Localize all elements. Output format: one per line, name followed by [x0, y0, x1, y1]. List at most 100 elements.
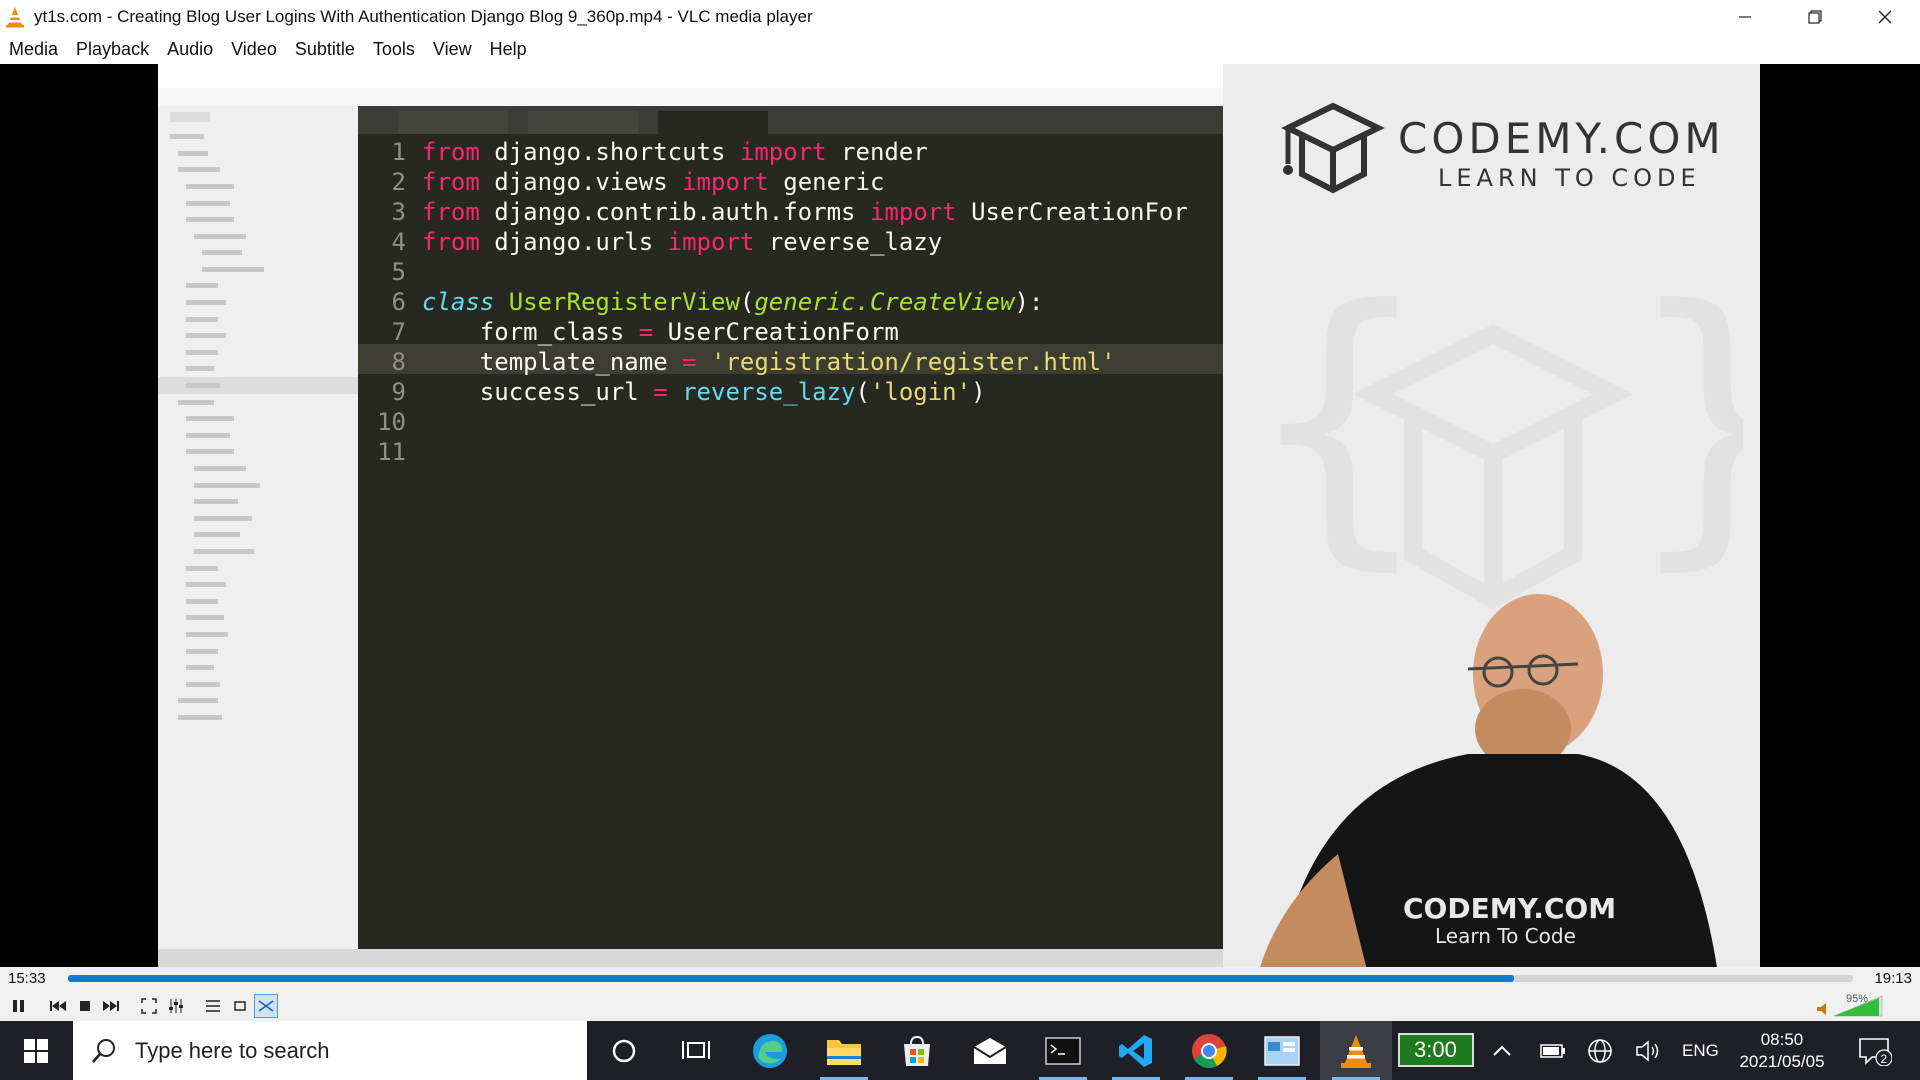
cortana-button[interactable] [588, 1021, 660, 1080]
code-line: from django.contrib.auth.forms import Us… [422, 198, 1188, 226]
tree-row-blur [202, 250, 242, 256]
vscode-icon [1119, 1034, 1152, 1067]
tree-row [170, 510, 358, 527]
playlist-button[interactable] [201, 994, 225, 1018]
menu-tools[interactable]: Tools [364, 34, 424, 64]
shuffle-button[interactable] [254, 994, 278, 1018]
tree-row-blur [178, 714, 222, 720]
show-hidden-icons-button[interactable] [1492, 1021, 1512, 1080]
restore-button[interactable] [1780, 0, 1850, 34]
language-indicator[interactable]: ENG [1682, 1021, 1719, 1080]
windows-logo-icon [24, 1038, 48, 1063]
editor-menu-bar [158, 88, 1223, 106]
volume-tray-button[interactable] [1635, 1021, 1661, 1080]
chrome-taskbar-button[interactable] [1173, 1021, 1245, 1080]
menu-video[interactable]: Video [222, 34, 286, 64]
tree-row [170, 443, 358, 460]
current-time: 15:33 [8, 970, 46, 987]
line-number: 7 [391, 318, 406, 346]
title-bar: yt1s.com - Creating Blog User Logins Wit… [0, 0, 1920, 34]
menu-playback[interactable]: Playback [67, 34, 158, 64]
tree-row [170, 410, 358, 427]
system-clock[interactable]: 08:50 2021/05/05 [1730, 1029, 1834, 1073]
code-line: from django.urls import reverse_lazy [422, 228, 943, 256]
fullscreen-button[interactable] [137, 994, 161, 1018]
tree-row-blur [202, 266, 264, 272]
menu-audio[interactable]: Audio [158, 34, 222, 64]
editor-tab-active [658, 111, 768, 134]
network-tray-button[interactable] [1587, 1021, 1613, 1080]
tree-row [170, 692, 358, 709]
tree-row-blur [186, 366, 214, 372]
menu-subtitle[interactable]: Subtitle [286, 34, 364, 64]
close-button[interactable] [1850, 0, 1920, 34]
task-view-icon [682, 1040, 710, 1059]
edge-taskbar-button[interactable] [734, 1021, 806, 1080]
chevron-up-icon [1493, 1045, 1511, 1056]
previous-button[interactable] [46, 994, 70, 1018]
battery-indicator[interactable]: 3:00 [1398, 1033, 1474, 1067]
tree-row-blur [186, 665, 214, 671]
next-button[interactable] [99, 994, 123, 1018]
tree-row [170, 543, 358, 560]
menu-help[interactable]: Help [481, 34, 536, 64]
tree-row [170, 244, 358, 261]
tree-row-blur [186, 416, 234, 422]
tree-row-blur [186, 432, 230, 438]
restore-icon [1808, 10, 1822, 24]
vscode-taskbar-button[interactable] [1100, 1021, 1172, 1080]
tree-row [170, 294, 358, 311]
tree-row [170, 642, 358, 659]
taskbar-search[interactable]: Type here to search [73, 1021, 587, 1080]
loop-icon [234, 1001, 246, 1011]
tree-row [170, 161, 358, 178]
code-line: from django.shortcuts import render [422, 138, 928, 166]
tree-row-blur [186, 615, 224, 621]
video-area[interactable]: 1 from django.shortcuts import render 2 fro… [0, 64, 1920, 967]
notification-count: 2 [1881, 1052, 1888, 1066]
loop-button[interactable] [228, 994, 252, 1018]
tree-row [170, 460, 358, 477]
line-number: 2 [391, 168, 406, 196]
battery-tray-button[interactable] [1540, 1021, 1566, 1080]
minimize-icon [1739, 16, 1751, 18]
terminal-taskbar-button[interactable] [1027, 1021, 1099, 1080]
mail-taskbar-button[interactable] [954, 1021, 1026, 1080]
window-title: yt1s.com - Creating Blog User Logins Wit… [34, 7, 813, 26]
code-line: success_url = reverse_lazy('login') [422, 378, 986, 406]
start-button[interactable] [0, 1021, 72, 1080]
store-taskbar-button[interactable] [881, 1021, 953, 1080]
tree-row-blur [186, 283, 218, 289]
windows-taskbar: Type here to search 3:00 ENG 08:50 2021/… [0, 1021, 1920, 1080]
task-view-button[interactable] [660, 1021, 732, 1080]
tree-row [170, 427, 358, 444]
line-number: 8 [391, 348, 406, 376]
tree-row-blur [186, 582, 226, 588]
extended-settings-button[interactable] [164, 994, 188, 1018]
line-number: 4 [391, 228, 406, 256]
stop-button[interactable] [73, 994, 97, 1018]
volume-slider[interactable] [1834, 995, 1884, 1017]
tree-row-blur [186, 217, 234, 223]
tree-row [170, 344, 358, 361]
stop-icon [80, 1001, 90, 1011]
pause-button[interactable] [6, 994, 30, 1018]
control-panel-icon [1264, 1035, 1300, 1066]
menu-view[interactable]: View [424, 34, 481, 64]
tree-row-blur [194, 482, 260, 488]
tree-row-blur [178, 150, 208, 156]
seek-bar[interactable] [68, 975, 1853, 982]
next-icon [103, 1001, 119, 1011]
vlc-taskbar-button[interactable] [1320, 1021, 1392, 1080]
tree-row [170, 145, 358, 162]
menu-media[interactable]: Media [0, 34, 67, 64]
minimize-button[interactable] [1710, 0, 1780, 34]
video-code-editor: 1 from django.shortcuts import render 2 fro… [158, 64, 1223, 967]
control-panel-taskbar-button[interactable] [1246, 1021, 1318, 1080]
tree-row [170, 493, 358, 510]
tree-row [170, 194, 358, 211]
editor-tab [528, 111, 638, 134]
action-center-button[interactable]: 2 [1858, 1021, 1892, 1080]
brand-name: CODEMY.COM [1398, 114, 1725, 163]
file-explorer-taskbar-button[interactable] [808, 1021, 880, 1080]
